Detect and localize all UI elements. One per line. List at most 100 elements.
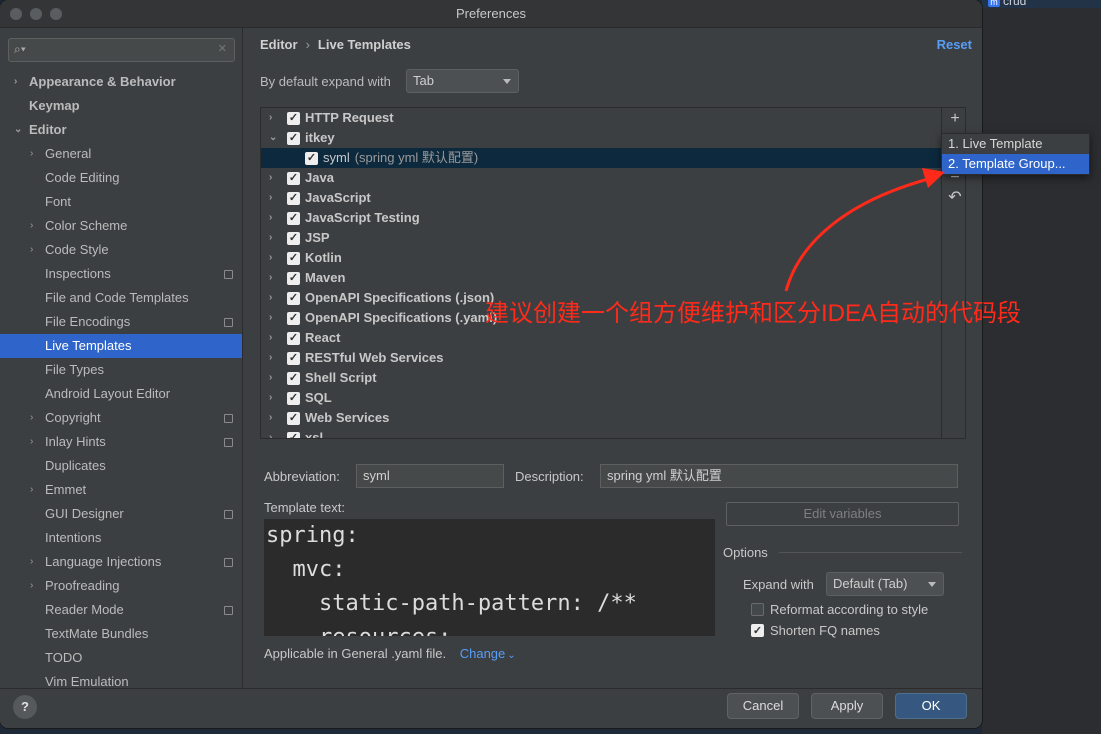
chevron-right-icon[interactable]: › (269, 288, 272, 308)
chevron-right-icon[interactable]: › (30, 214, 33, 238)
sidebar-item[interactable]: TextMate Bundles (0, 622, 242, 646)
change-context-link[interactable]: Change ⌄ (460, 646, 516, 661)
chevron-right-icon[interactable]: › (30, 574, 33, 598)
chevron-down-icon[interactable]: ⌄ (14, 118, 22, 142)
sidebar-item[interactable]: Font (0, 190, 242, 214)
template-checkbox[interactable]: ✓ (287, 312, 300, 325)
expand-with-select[interactable]: Default (Tab) (826, 572, 944, 596)
sidebar-item[interactable]: GUI Designer (0, 502, 242, 526)
default-expand-select[interactable]: Tab (406, 69, 519, 93)
chevron-right-icon[interactable]: › (269, 428, 272, 438)
template-checkbox[interactable]: ✓ (287, 372, 300, 385)
sidebar-item[interactable]: File Types (0, 358, 242, 382)
menu-item-live-template[interactable]: 1. Live Template (942, 134, 1089, 154)
sidebar-item[interactable]: File Encodings (0, 310, 242, 334)
template-group[interactable]: › ✓ xsl (261, 428, 941, 438)
sidebar-item[interactable]: Reader Mode (0, 598, 242, 622)
template-checkbox[interactable]: ✓ (287, 292, 300, 305)
template-checkbox[interactable]: ✓ (287, 392, 300, 405)
chevron-right-icon[interactable]: › (269, 268, 272, 288)
template-group[interactable]: › ✓ JavaScript Testing (261, 208, 941, 228)
sidebar-item[interactable]: › Language Injections (0, 550, 242, 574)
template-group[interactable]: › ✓ JSP (261, 228, 941, 248)
sidebar-item[interactable]: Android Layout Editor (0, 382, 242, 406)
sidebar-item[interactable]: › Inlay Hints (0, 430, 242, 454)
template-group[interactable]: › ✓ Maven (261, 268, 941, 288)
template-checkbox[interactable]: ✓ (287, 172, 300, 185)
template-checkbox[interactable]: ✓ (305, 152, 318, 165)
template-group[interactable]: › ✓ SQL (261, 388, 941, 408)
sidebar-item[interactable]: › Appearance & Behavior (0, 70, 242, 94)
sidebar-item[interactable]: › Proofreading (0, 574, 242, 598)
ok-button[interactable]: OK (895, 693, 967, 719)
chevron-right-icon[interactable]: › (269, 408, 272, 428)
chevron-down-icon[interactable]: ⌄ (269, 128, 277, 148)
description-field[interactable]: spring yml 默认配置 (600, 464, 958, 488)
settings-search-input[interactable]: ⌕▾ ✕ (8, 38, 235, 62)
breadcrumb-editor[interactable]: Editor (260, 37, 298, 52)
cancel-button[interactable]: Cancel (727, 693, 799, 719)
template-group[interactable]: ⌄ ✓ itkey (261, 128, 941, 148)
chevron-right-icon[interactable]: › (269, 168, 272, 188)
template-checkbox[interactable]: ✓ (287, 332, 300, 345)
apply-button[interactable]: Apply (811, 693, 883, 719)
template-item[interactable]: ✓ syml (spring yml 默认配置) (261, 148, 941, 168)
reformat-checkbox[interactable] (751, 603, 764, 616)
template-group[interactable]: › ✓ Kotlin (261, 248, 941, 268)
abbreviation-field[interactable]: syml (356, 464, 504, 488)
sidebar-item[interactable]: › Emmet (0, 478, 242, 502)
sidebar-item[interactable]: › Code Style (0, 238, 242, 262)
edit-variables-button[interactable]: Edit variables (726, 502, 959, 526)
sidebar-item[interactable]: Live Templates (0, 334, 242, 358)
chevron-right-icon[interactable]: › (269, 188, 272, 208)
template-checkbox[interactable]: ✓ (287, 232, 300, 245)
template-checkbox[interactable]: ✓ (287, 112, 300, 125)
chevron-right-icon[interactable]: › (30, 430, 33, 454)
template-group[interactable]: › ✓ React (261, 328, 941, 348)
chevron-right-icon[interactable]: › (30, 406, 33, 430)
chevron-right-icon[interactable]: › (269, 308, 272, 328)
shorten-fq-checkbox[interactable]: ✓ (751, 624, 764, 637)
template-checkbox[interactable]: ✓ (287, 132, 300, 145)
chevron-right-icon[interactable]: › (269, 208, 272, 228)
template-checkbox[interactable]: ✓ (287, 272, 300, 285)
chevron-right-icon[interactable]: › (269, 328, 272, 348)
chevron-right-icon[interactable]: › (30, 142, 33, 166)
template-checkbox[interactable]: ✓ (287, 212, 300, 225)
template-group[interactable]: › ✓ Web Services (261, 408, 941, 428)
template-checkbox[interactable]: ✓ (287, 412, 300, 425)
chevron-right-icon[interactable]: › (30, 550, 33, 574)
template-group[interactable]: › ✓ RESTful Web Services (261, 348, 941, 368)
sidebar-item[interactable]: File and Code Templates (0, 286, 242, 310)
chevron-right-icon[interactable]: › (30, 238, 33, 262)
sidebar-item[interactable]: Keymap (0, 94, 242, 118)
template-checkbox[interactable]: ✓ (287, 252, 300, 265)
chevron-right-icon[interactable]: › (269, 228, 272, 248)
template-checkbox[interactable]: ✓ (287, 432, 300, 438)
sidebar-item[interactable]: › General (0, 142, 242, 166)
sidebar-item[interactable]: Inspections (0, 262, 242, 286)
clear-search-icon[interactable]: ✕ (218, 42, 227, 55)
chevron-right-icon[interactable]: › (269, 368, 272, 388)
help-button[interactable]: ? (13, 695, 37, 719)
template-group[interactable]: › ✓ JavaScript (261, 188, 941, 208)
template-group[interactable]: › ✓ Shell Script (261, 368, 941, 388)
sidebar-item[interactable]: Intentions (0, 526, 242, 550)
revert-icon[interactable]: ↶ (947, 190, 963, 206)
chevron-right-icon[interactable]: › (269, 248, 272, 268)
template-checkbox[interactable]: ✓ (287, 352, 300, 365)
sidebar-item[interactable]: Code Editing (0, 166, 242, 190)
template-checkbox[interactable]: ✓ (287, 192, 300, 205)
template-group[interactable]: › ✓ Java (261, 168, 941, 188)
template-text-editor[interactable]: spring: mvc: static-path-pattern: /** re… (264, 519, 715, 636)
menu-item-template-group[interactable]: 2. Template Group... (942, 154, 1089, 174)
sidebar-item[interactable]: › Color Scheme (0, 214, 242, 238)
sidebar-item[interactable]: Duplicates (0, 454, 242, 478)
sidebar-item[interactable]: ⌄ Editor (0, 118, 242, 142)
sidebar-item[interactable]: TODO (0, 646, 242, 670)
sidebar-item[interactable]: Vim Emulation (0, 670, 242, 688)
chevron-right-icon[interactable]: › (30, 478, 33, 502)
chevron-right-icon[interactable]: › (269, 388, 272, 408)
chevron-right-icon[interactable]: › (14, 70, 17, 94)
template-group[interactable]: › ✓ HTTP Request (261, 108, 941, 128)
